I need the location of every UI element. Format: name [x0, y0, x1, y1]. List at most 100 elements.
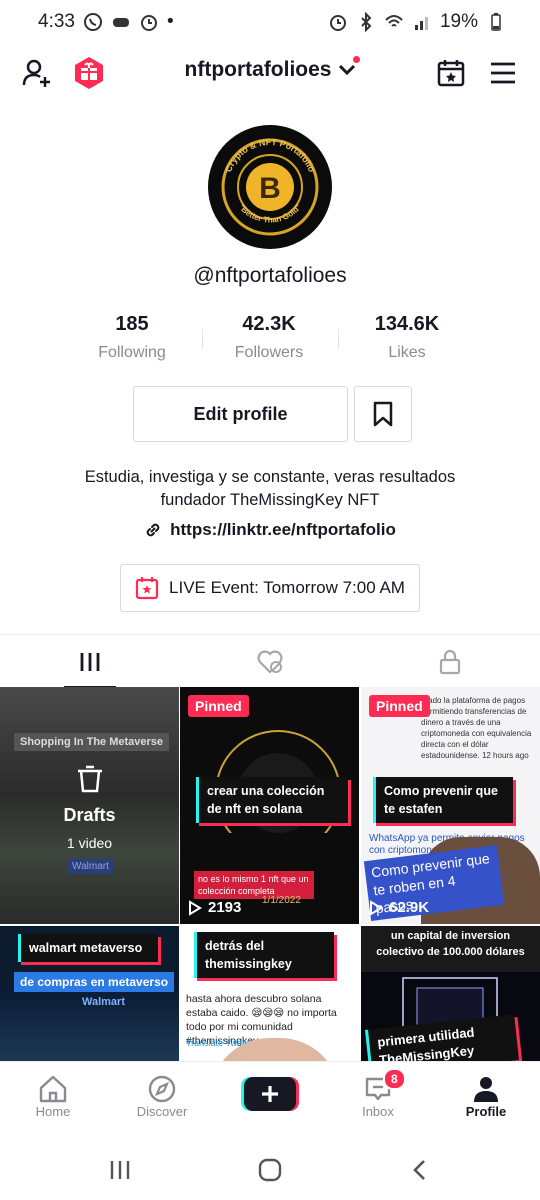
bitcoin-logo: B Crypto & NFT Portafolio "Better Than G…	[212, 129, 328, 245]
calendar-star-icon	[135, 577, 159, 600]
drafts-icon	[78, 765, 102, 793]
play-icon	[370, 899, 383, 916]
edit-profile-button[interactable]: Edit profile	[133, 386, 348, 442]
home-circle-icon	[258, 1158, 282, 1182]
profile-header: nftportafolioes	[0, 50, 540, 96]
view-count-text: 62.9K	[389, 899, 430, 916]
pinned-badge: Pinned	[188, 695, 249, 717]
draft-tag: Walmart	[68, 859, 113, 874]
grid-icon	[80, 652, 100, 671]
video-tile[interactable]: un capital de inversion colectivo de 100…	[361, 926, 540, 1061]
tab-videos[interactable]	[0, 635, 180, 688]
nav-profile[interactable]: Profile	[441, 1074, 531, 1119]
followers-count: 42.3K	[242, 313, 296, 335]
plus-icon	[241, 1077, 299, 1111]
video-grid: Shopping In The Metaverse Drafts 1 video…	[0, 687, 540, 1061]
view-count: 62.9K	[369, 899, 429, 916]
nav-inbox[interactable]: 8 Inbox	[333, 1068, 423, 1119]
stat-likes[interactable]: 134.6K Likes	[337, 313, 477, 362]
nav-inbox-label: Inbox	[362, 1104, 394, 1119]
video-caption: Como prevenir que te estafen	[373, 777, 513, 823]
following-count: 185	[115, 313, 149, 335]
tab-private[interactable]	[360, 635, 540, 688]
video-caption: walmart metaverso	[18, 934, 158, 962]
following-label: Following	[98, 344, 166, 361]
bookmark-icon	[373, 401, 393, 427]
hamburger-menu-icon	[491, 62, 515, 84]
game-controller-icon	[112, 18, 129, 27]
nav-discover[interactable]: Discover	[117, 1074, 207, 1119]
link-icon	[146, 523, 160, 537]
video-tile[interactable]: grado la plataforma de pagos permitiendo…	[361, 687, 540, 924]
signal-icon	[414, 17, 428, 30]
video-top-caption: un capital de inversion colectivo de 100…	[361, 926, 540, 972]
video-tile[interactable]: Pinned crear una colección de nft en sol…	[180, 687, 359, 924]
whatsapp-icon	[83, 13, 102, 31]
alarm-icon	[140, 15, 157, 31]
nav-profile-label: Profile	[465, 1104, 507, 1119]
status-bar: 4:33 • 19%	[0, 0, 540, 44]
battery-level: 19%	[439, 11, 478, 32]
bio-line: Estudia, investiga y se constante, veras…	[84, 468, 456, 486]
compass-icon	[148, 1075, 176, 1103]
liked-hidden-icon	[257, 650, 283, 674]
drafts-count: 1 video	[66, 835, 113, 851]
avatar[interactable]: B Crypto & NFT Portafolio "Better Than G…	[208, 125, 332, 249]
profile-stats: 185 Following 42.3K Followers 134.6K Lik…	[0, 313, 540, 369]
clock: 4:33	[38, 11, 75, 32]
chevron-down-icon	[338, 64, 355, 76]
more-notifications-dot: •	[166, 11, 174, 32]
stat-followers[interactable]: 42.3K Followers	[199, 313, 339, 362]
video-tile[interactable]: hasta ahora descubro solana estaba caido…	[180, 926, 359, 1061]
home-system-button[interactable]	[250, 1154, 290, 1186]
bio-line: fundador TheMissingKey NFT	[160, 491, 380, 509]
username: nftportafolioes	[184, 58, 332, 81]
live-event-button[interactable]: LIVE Event: Tomorrow 7:00 AM	[120, 564, 420, 612]
system-navigation	[0, 1140, 540, 1200]
video-tile[interactable]: walmart metaverso de compras en metavers…	[0, 926, 179, 1061]
profile-bio: Estudia, investiga y se constante, veras…	[0, 466, 540, 512]
wifi-icon	[385, 15, 403, 27]
video-caption: primera utilidad TheMissingKey	[365, 1014, 519, 1061]
drafts-tile[interactable]: Shopping In The Metaverse Drafts 1 video…	[0, 687, 179, 924]
back-button[interactable]	[400, 1154, 440, 1186]
lock-icon	[439, 649, 461, 674]
view-count-text: 2193	[208, 899, 242, 916]
alarm-icon	[329, 15, 346, 31]
nav-home[interactable]: Home	[8, 1074, 98, 1119]
battery-icon	[491, 13, 501, 31]
profile-tabs	[0, 634, 540, 688]
bottom-navigation: Home Discover 8 Inbox Profile	[0, 1061, 540, 1127]
recent-apps-icon	[110, 1161, 130, 1179]
back-arrow-icon	[413, 1160, 425, 1180]
profile-link[interactable]: https://linktr.ee/nftportafolio	[0, 520, 540, 540]
create-video-button[interactable]	[241, 1075, 299, 1113]
view-count: 2193	[188, 899, 241, 916]
nav-home-label: Home	[35, 1104, 71, 1119]
inbox-badge: 8	[383, 1068, 406, 1090]
drafts-title: Drafts	[63, 805, 116, 825]
favorites-button[interactable]	[354, 386, 412, 442]
calendar-star-icon	[437, 60, 465, 87]
recent-apps-button[interactable]	[100, 1154, 140, 1186]
coin-symbol: B	[259, 172, 281, 205]
pinned-badge: Pinned	[369, 695, 430, 717]
profile-link-text: https://linktr.ee/nftportafolio	[170, 520, 396, 539]
video-caption: crear una colección de nft en solana	[196, 777, 348, 823]
video-caption: detrás del themissingkey	[194, 932, 334, 978]
brand-text: Walmart	[82, 996, 125, 1008]
notification-dot	[353, 56, 360, 63]
nav-discover-label: Discover	[136, 1104, 188, 1119]
menu-button[interactable]	[484, 54, 522, 92]
play-icon	[189, 899, 202, 916]
live-event-label: LIVE Event: Tomorrow 7:00 AM	[169, 578, 405, 597]
stat-following[interactable]: 185 Following	[62, 313, 202, 362]
video-subcaption: de compras en metaverso	[14, 972, 175, 992]
tab-liked[interactable]	[180, 635, 360, 688]
profile-handle: @nftportafolioes	[193, 264, 347, 287]
draft-banner: Shopping In The Metaverse	[14, 733, 170, 751]
bluetooth-icon	[361, 12, 372, 32]
home-icon	[39, 1075, 67, 1103]
event-calendar-button[interactable]	[432, 54, 470, 92]
likes-count: 134.6K	[374, 313, 440, 335]
